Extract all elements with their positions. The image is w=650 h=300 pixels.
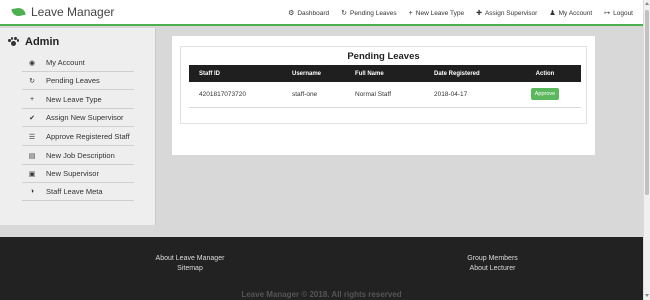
approve-button[interactable]: Approve [530, 88, 560, 101]
brand-logo[interactable]: Leave Manager [11, 0, 115, 25]
footer-link-group-members[interactable]: Group Members [450, 254, 535, 264]
pending-leaves-card: Pending Leaves Staff ID Username Full Na… [180, 46, 587, 124]
footer-link-about-lecturer[interactable]: About Lecturer [450, 264, 535, 274]
check-icon: ✔ [29, 114, 35, 122]
scroll-up-arrow-icon[interactable] [645, 2, 649, 5]
user-circle-icon: ◉ [28, 59, 36, 67]
sidebar-item-staff-leave-meta[interactable]: ◑ Staff Leave Meta [22, 183, 134, 201]
footer-right-links: Group Members About Lecturer [450, 254, 535, 274]
sidebar-item-assign-new-supervisor[interactable]: ✔ Assign New Supervisor [22, 109, 134, 127]
half-circle-icon: ◑ [29, 188, 35, 195]
main-panel: Pending Leaves Staff ID Username Full Na… [172, 36, 595, 155]
logout-icon: ↦ [604, 9, 611, 17]
nav-links: ⚙ Dashboard ↻ Pending Leaves + New Leave… [288, 0, 633, 26]
brand-name: Leave Manager [31, 5, 115, 19]
nav-logout[interactable]: ↦ Logout [604, 10, 633, 17]
briefcase-icon: ▤ [28, 152, 36, 160]
nav-dashboard[interactable]: ⚙ Dashboard [288, 10, 329, 17]
sidebar-header: Admin [0, 28, 155, 56]
plus-icon: + [29, 96, 35, 103]
sidebar-item-pending-leaves[interactable]: ↻ Pending Leaves [22, 72, 134, 90]
nav-pending-leaves[interactable]: ↻ Pending Leaves [341, 10, 397, 17]
scrollbar-thumb[interactable] [645, 10, 649, 195]
nav-assign-supervisor[interactable]: ✚ Assign Supervisor [476, 10, 537, 17]
cell-username: staff-one [282, 82, 345, 108]
column-header-full-name: Full Name [345, 65, 424, 82]
footer-left-links: About Leave Manager Sitemap [140, 254, 240, 274]
user-icon: ♟ [549, 9, 556, 17]
plus-icon: ✚ [476, 9, 482, 17]
column-header-action: Action [509, 65, 581, 82]
refresh-icon: ↻ [29, 77, 35, 85]
nav-new-leave-type[interactable]: + New Leave Type [409, 10, 464, 17]
sidebar-item-approve-registered-staff[interactable]: ☰ Approve Registered Staff [22, 128, 134, 146]
footer: About Leave Manager Sitemap Group Member… [0, 237, 643, 300]
paw-icon [8, 37, 19, 47]
sidebar-title: Admin [25, 36, 60, 48]
leaf-icon [11, 6, 26, 18]
top-navbar: Leave Manager ⚙ Dashboard ↻ Pending Leav… [0, 0, 643, 26]
cell-staff-id: 4201817073720 [189, 82, 282, 108]
column-header-username: Username [282, 65, 345, 82]
nav-my-account[interactable]: ♟ My Account [549, 10, 592, 17]
sidebar-item-new-supervisor[interactable]: ▣ New Supervisor [22, 165, 134, 183]
page-title: Pending Leaves [347, 51, 420, 62]
pending-leaves-table: Staff ID Username Full Name Date Registe… [189, 65, 581, 108]
sidebar-item-my-account[interactable]: ◉ My Account [22, 54, 134, 72]
sidebar: Admin ◉ My Account ↻ Pending Leaves + Ne… [0, 28, 156, 225]
footer-link-sitemap[interactable]: Sitemap [140, 264, 240, 274]
sidebar-item-new-job-description[interactable]: ▤ New Job Description [22, 147, 134, 165]
cell-action: Approve [509, 82, 581, 108]
id-card-icon: ▣ [28, 170, 36, 178]
list-icon: ☰ [28, 133, 36, 141]
dashboard-icon: ⚙ [288, 9, 295, 17]
column-header-staff-id: Staff ID [189, 65, 282, 82]
scroll-down-arrow-icon[interactable] [645, 294, 649, 297]
cell-date-registered: 2018-04-17 [424, 82, 509, 108]
column-header-date-registered: Date Registered [424, 65, 509, 82]
refresh-icon: ↻ [341, 9, 348, 17]
table-row: 4201817073720 staff-one Normal Staff 201… [189, 82, 581, 108]
footer-link-about-leave-manager[interactable]: About Leave Manager [140, 254, 240, 264]
vertical-scrollbar[interactable] [643, 0, 650, 300]
sidebar-item-new-leave-type[interactable]: + New Leave Type [22, 91, 134, 109]
cell-full-name: Normal Staff [345, 82, 424, 108]
plus-icon: + [408, 9, 413, 17]
copyright-text: Leave Manager © 2018. All rights reserve… [241, 290, 402, 299]
table-header-row: Staff ID Username Full Name Date Registe… [189, 65, 581, 82]
